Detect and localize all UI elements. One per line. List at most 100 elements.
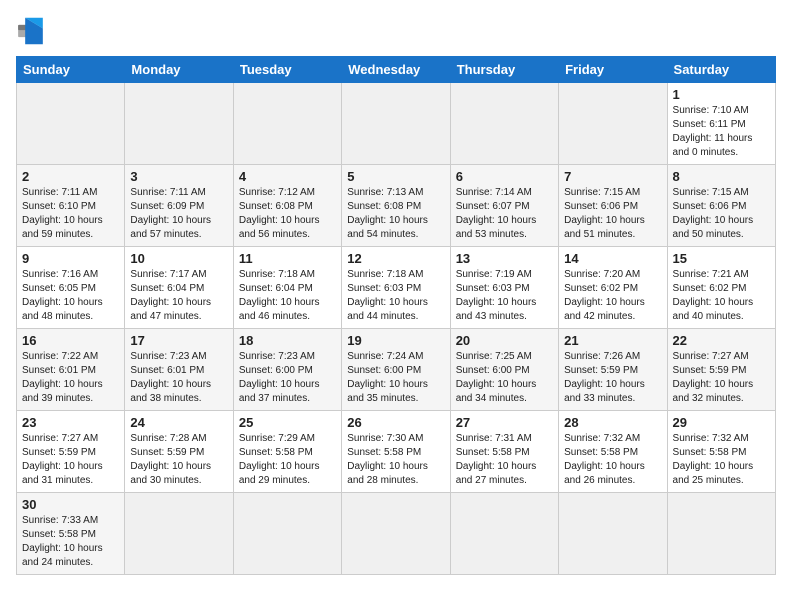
day-info: Sunrise: 7:18 AM Sunset: 6:04 PM Dayligh… [239, 268, 336, 324]
calendar-week-row: 16Sunrise: 7:22 AM Sunset: 6:01 PM Dayli… [17, 329, 776, 411]
calendar-cell [125, 493, 233, 575]
weekday-header-sunday: Sunday [17, 57, 125, 83]
day-number: 10 [130, 251, 227, 266]
day-number: 27 [456, 415, 553, 430]
weekday-header-wednesday: Wednesday [342, 57, 450, 83]
calendar-cell [17, 83, 125, 165]
day-number: 5 [347, 169, 444, 184]
day-number: 28 [564, 415, 661, 430]
calendar-cell [450, 83, 558, 165]
calendar-cell: 12Sunrise: 7:18 AM Sunset: 6:03 PM Dayli… [342, 247, 450, 329]
calendar-cell [450, 493, 558, 575]
calendar-cell: 10 Sunrise: 7:17 AM Sunset: 6:04 PM Dayli… [125, 247, 233, 329]
calendar-body: 1 Sunrise: 7:10 AM Sunset: 6:11 PM Daylig… [17, 83, 776, 575]
day-info: Sunrise: 7:23 AM Sunset: 6:00 PM Dayligh… [239, 350, 336, 406]
day-info: Sunrise: 7:26 AM Sunset: 5:59 PM Dayligh… [564, 350, 661, 406]
day-info: Sunrise: 7:11 AM Sunset: 6:10 PM Dayligh… [22, 186, 119, 242]
calendar-cell [233, 83, 341, 165]
calendar-cell: 1 Sunrise: 7:10 AM Sunset: 6:11 PM Daylig… [667, 83, 775, 165]
day-info: Sunrise: 7:15 AM Sunset: 6:06 PM Dayligh… [673, 186, 770, 242]
calendar-cell [342, 83, 450, 165]
calendar-cell: 22 Sunrise: 7:27 AM Sunset: 5:59 PM Dayli… [667, 329, 775, 411]
calendar-cell: 14Sunrise: 7:20 AM Sunset: 6:02 PM Dayli… [559, 247, 667, 329]
day-number: 8 [673, 169, 770, 184]
day-number: 24 [130, 415, 227, 430]
logo [16, 16, 56, 46]
day-info: Sunrise: 7:27 AM Sunset: 5:59 PM Dayligh… [673, 350, 770, 406]
day-info: Sunrise: 7:29 AM Sunset: 5:58 PM Dayligh… [239, 432, 336, 488]
calendar-cell [342, 493, 450, 575]
day-info: Sunrise: 7:23 AM Sunset: 6:01 PM Dayligh… [130, 350, 227, 406]
day-number: 20 [456, 333, 553, 348]
calendar-cell: 17 Sunrise: 7:23 AM Sunset: 6:01 PM Dayli… [125, 329, 233, 411]
day-info: Sunrise: 7:17 AM Sunset: 6:04 PM Dayligh… [130, 268, 227, 324]
calendar-cell: 28Sunrise: 7:32 AM Sunset: 5:58 PM Dayli… [559, 411, 667, 493]
weekday-header-thursday: Thursday [450, 57, 558, 83]
day-info: Sunrise: 7:14 AM Sunset: 6:07 PM Dayligh… [456, 186, 553, 242]
day-number: 14 [564, 251, 661, 266]
day-info: Sunrise: 7:16 AM Sunset: 6:05 PM Dayligh… [22, 268, 119, 324]
day-info: Sunrise: 7:10 AM Sunset: 6:11 PM Dayligh… [673, 104, 770, 160]
calendar-cell: 13 Sunrise: 7:19 AM Sunset: 6:03 PM Dayli… [450, 247, 558, 329]
day-info: Sunrise: 7:33 AM Sunset: 5:58 PM Dayligh… [22, 514, 119, 570]
day-info: Sunrise: 7:22 AM Sunset: 6:01 PM Dayligh… [22, 350, 119, 406]
calendar-cell: 24 Sunrise: 7:28 AM Sunset: 5:59 PM Dayli… [125, 411, 233, 493]
calendar-cell [125, 83, 233, 165]
day-info: Sunrise: 7:19 AM Sunset: 6:03 PM Dayligh… [456, 268, 553, 324]
calendar-week-row: 2 Sunrise: 7:11 AM Sunset: 6:10 PM Daylig… [17, 165, 776, 247]
day-info: Sunrise: 7:18 AM Sunset: 6:03 PM Dayligh… [347, 268, 444, 324]
day-number: 13 [456, 251, 553, 266]
day-number: 2 [22, 169, 119, 184]
calendar-cell: 6 Sunrise: 7:14 AM Sunset: 6:07 PM Daylig… [450, 165, 558, 247]
day-info: Sunrise: 7:11 AM Sunset: 6:09 PM Dayligh… [130, 186, 227, 242]
calendar-cell: 20Sunrise: 7:25 AM Sunset: 6:00 PM Dayli… [450, 329, 558, 411]
calendar-cell: 19Sunrise: 7:24 AM Sunset: 6:00 PM Dayli… [342, 329, 450, 411]
calendar-cell [559, 493, 667, 575]
calendar-cell: 3Sunrise: 7:11 AM Sunset: 6:09 PM Daylig… [125, 165, 233, 247]
weekday-header-row: SundayMondayTuesdayWednesdayThursdayFrid… [17, 57, 776, 83]
weekday-header-monday: Monday [125, 57, 233, 83]
day-number: 26 [347, 415, 444, 430]
day-number: 17 [130, 333, 227, 348]
calendar-cell [667, 493, 775, 575]
calendar-cell: 27 Sunrise: 7:31 AM Sunset: 5:58 PM Dayli… [450, 411, 558, 493]
calendar-week-row: 23 Sunrise: 7:27 AM Sunset: 5:59 PM Dayli… [17, 411, 776, 493]
calendar-cell: 23 Sunrise: 7:27 AM Sunset: 5:59 PM Dayli… [17, 411, 125, 493]
calendar-week-row: 1 Sunrise: 7:10 AM Sunset: 6:11 PM Daylig… [17, 83, 776, 165]
weekday-header-tuesday: Tuesday [233, 57, 341, 83]
day-info: Sunrise: 7:30 AM Sunset: 5:58 PM Dayligh… [347, 432, 444, 488]
calendar-week-row: 30 Sunrise: 7:33 AM Sunset: 5:58 PM Dayli… [17, 493, 776, 575]
calendar-cell: 5Sunrise: 7:13 AM Sunset: 6:08 PM Daylig… [342, 165, 450, 247]
calendar-cell: 7Sunrise: 7:15 AM Sunset: 6:06 PM Daylig… [559, 165, 667, 247]
day-number: 22 [673, 333, 770, 348]
calendar-cell: 16Sunrise: 7:22 AM Sunset: 6:01 PM Dayli… [17, 329, 125, 411]
day-number: 7 [564, 169, 661, 184]
page-header [16, 16, 776, 46]
day-number: 25 [239, 415, 336, 430]
day-number: 6 [456, 169, 553, 184]
calendar-cell: 26 Sunrise: 7:30 AM Sunset: 5:58 PM Dayli… [342, 411, 450, 493]
calendar-cell: 18Sunrise: 7:23 AM Sunset: 6:00 PM Dayli… [233, 329, 341, 411]
weekday-header-saturday: Saturday [667, 57, 775, 83]
day-info: Sunrise: 7:28 AM Sunset: 5:59 PM Dayligh… [130, 432, 227, 488]
weekday-header-friday: Friday [559, 57, 667, 83]
calendar-cell [559, 83, 667, 165]
day-number: 30 [22, 497, 119, 512]
day-number: 4 [239, 169, 336, 184]
day-info: Sunrise: 7:12 AM Sunset: 6:08 PM Dayligh… [239, 186, 336, 242]
calendar-cell: 29Sunrise: 7:32 AM Sunset: 5:58 PM Dayli… [667, 411, 775, 493]
calendar-cell: 25 Sunrise: 7:29 AM Sunset: 5:58 PM Dayli… [233, 411, 341, 493]
logo-icon [16, 16, 52, 46]
calendar-cell: 8 Sunrise: 7:15 AM Sunset: 6:06 PM Daylig… [667, 165, 775, 247]
day-number: 1 [673, 87, 770, 102]
day-info: Sunrise: 7:24 AM Sunset: 6:00 PM Dayligh… [347, 350, 444, 406]
day-info: Sunrise: 7:31 AM Sunset: 5:58 PM Dayligh… [456, 432, 553, 488]
calendar-cell: 15Sunrise: 7:21 AM Sunset: 6:02 PM Dayli… [667, 247, 775, 329]
day-info: Sunrise: 7:27 AM Sunset: 5:59 PM Dayligh… [22, 432, 119, 488]
calendar-cell: 2 Sunrise: 7:11 AM Sunset: 6:10 PM Daylig… [17, 165, 125, 247]
calendar-cell: 21Sunrise: 7:26 AM Sunset: 5:59 PM Dayli… [559, 329, 667, 411]
day-number: 15 [673, 251, 770, 266]
calendar-cell: 4 Sunrise: 7:12 AM Sunset: 6:08 PM Daylig… [233, 165, 341, 247]
day-number: 23 [22, 415, 119, 430]
calendar-week-row: 9Sunrise: 7:16 AM Sunset: 6:05 PM Daylig… [17, 247, 776, 329]
